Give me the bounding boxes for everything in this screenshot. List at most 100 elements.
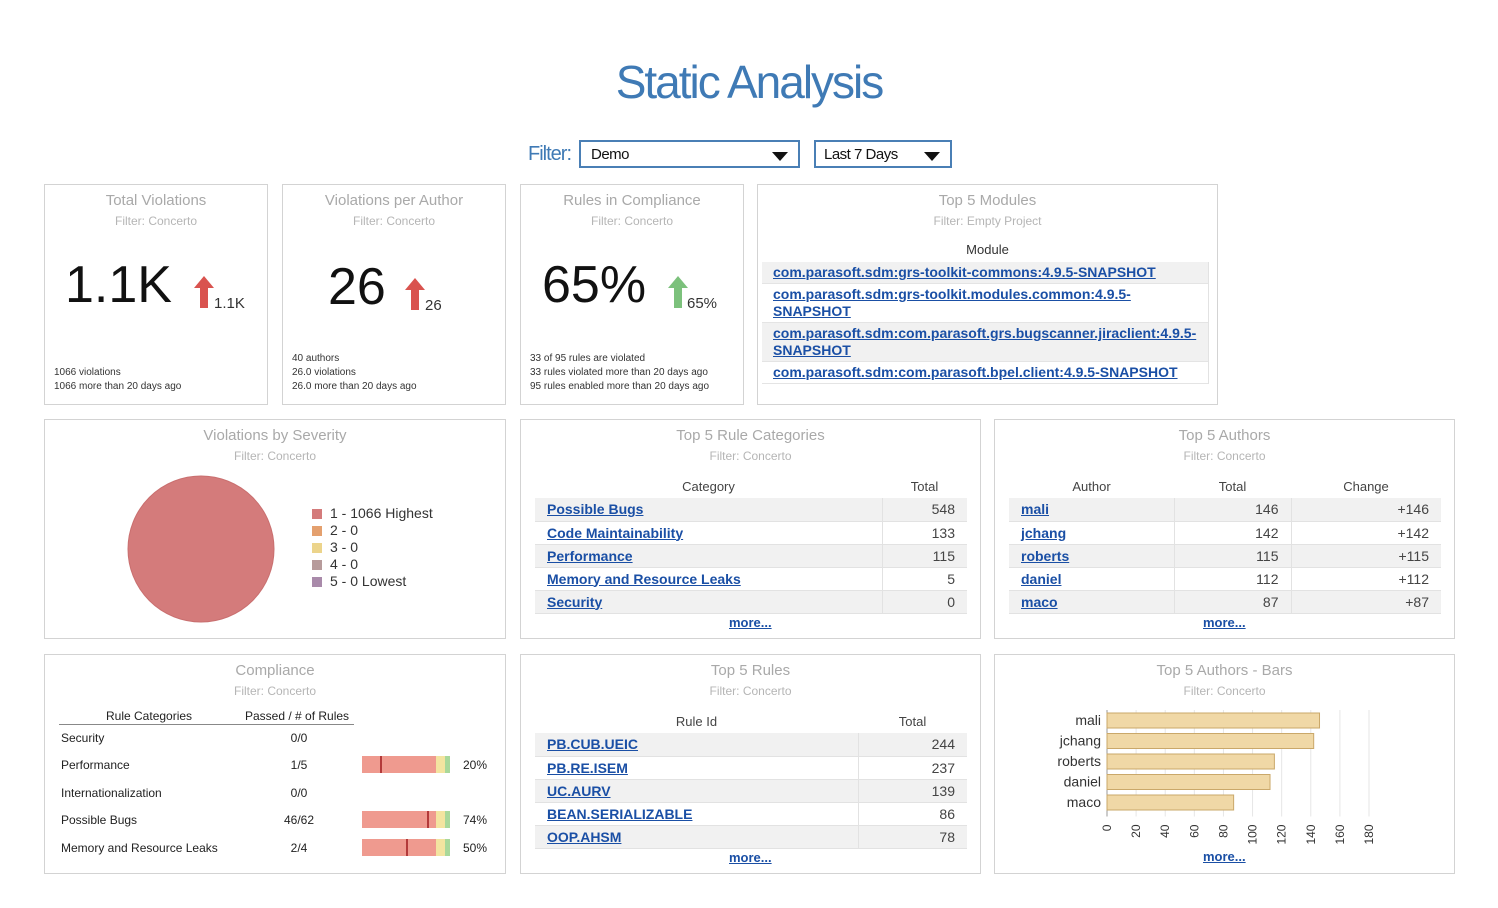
header-divider [59, 724, 354, 725]
compliance-bar [362, 811, 450, 828]
legend-item: 3 - 0 [312, 539, 433, 556]
rule-categories-table: Category Total Possible Bugs 548 Code Mai… [535, 474, 967, 614]
widget-filter: Filter: Concerto [590, 214, 674, 228]
table-row: daniel 112 +112 [1009, 567, 1441, 591]
rule-total: 86 [858, 802, 967, 826]
author-link[interactable]: mali [1021, 501, 1049, 517]
category-total: 5 [882, 567, 967, 591]
category-label: jchang [1059, 733, 1101, 749]
bar [1106, 712, 1321, 729]
legend-swatch [312, 525, 322, 536]
severity-legend: 1 - 1066 Highest 2 - 0 3 - 0 4 - 0 5 - 0… [312, 505, 433, 590]
widget-filter: Filter: Concerto [1183, 449, 1266, 463]
metric-details: 40 authors 26.0 violations 26.0 more tha… [292, 352, 417, 394]
widget-filter: Filter: Concerto [114, 214, 198, 228]
author-link[interactable]: roberts [1021, 548, 1069, 564]
author-link[interactable]: jchang [1021, 525, 1066, 541]
rule-link[interactable]: PB.CUB.UEIC [547, 736, 638, 752]
arrow-up-icon [668, 276, 688, 308]
category-total: 115 [882, 544, 967, 568]
column-header: Passed / # of Rules [245, 709, 350, 723]
metric-change: 26 [425, 297, 442, 314]
author-change: +115 [1291, 544, 1441, 568]
compliance-category: Possible Bugs [61, 813, 138, 827]
author-link[interactable]: maco [1021, 594, 1058, 610]
top-modules-widget: Top 5 Modules Filter: Empty Project Modu… [757, 184, 1218, 405]
project-filter-value: Demo [591, 146, 630, 163]
module-link[interactable]: com.parasoft.sdm:grs-toolkit.modules.com… [773, 286, 1131, 319]
rule-link[interactable]: UC.AURV [547, 783, 611, 799]
metric-change: 1.1K [214, 295, 245, 312]
rule-link[interactable]: OOP.AHSM [547, 829, 621, 845]
table-row: mali 146 +146 [1009, 498, 1441, 522]
tick-label: 160 [1333, 824, 1347, 844]
detail-line: 33 rules violated more than 20 days ago [530, 367, 708, 378]
top-rule-categories-widget: Top 5 Rule Categories Filter: Concerto C… [520, 419, 981, 639]
column-header: Rule Id [675, 713, 718, 729]
detail-line: 26.0 violations [292, 367, 356, 378]
widget-filter: Filter: Concerto [709, 684, 792, 698]
category-link[interactable]: Memory and Resource Leaks [547, 571, 741, 587]
rule-total: 139 [858, 779, 967, 803]
period-filter-select[interactable]: Last 7 Days [814, 140, 952, 168]
compliance-passed: 46/62 [283, 813, 315, 827]
bar [1106, 794, 1235, 811]
widget-title: Rules in Compliance [563, 192, 701, 209]
column-header: Change [1343, 478, 1389, 494]
tick-label: 140 [1304, 824, 1318, 844]
metric-value: 65% [542, 256, 647, 314]
category-link[interactable]: Security [547, 594, 602, 610]
module-link[interactable]: com.parasoft.sdm:com.parasoft.grs.bugsca… [773, 325, 1196, 358]
pie-slice-highest[interactable] [127, 475, 275, 623]
table-row: PB.CUB.UEIC 244 [535, 733, 967, 757]
compliance-passed: 0/0 [290, 731, 308, 745]
widget-title: Top 5 Authors [1178, 427, 1271, 444]
category-link[interactable]: Code Maintainability [547, 525, 683, 541]
widget-filter: Filter: Concerto [352, 214, 436, 228]
detail-line: 40 authors [292, 353, 340, 364]
legend-label: 4 - 0 [330, 556, 359, 572]
category-link[interactable]: Performance [547, 548, 633, 564]
legend-swatch [312, 508, 322, 519]
author-change: +112 [1291, 567, 1441, 591]
more-link[interactable]: more... [729, 850, 772, 865]
table-row: jchang 142 +142 [1009, 521, 1441, 545]
total-violations-widget: Total Violations Filter: Concerto 1.1K 1… [44, 184, 268, 405]
violations-per-author-widget: Violations per Author Filter: Concerto 2… [282, 184, 506, 405]
severity-pie-chart [127, 475, 275, 623]
more-link[interactable]: more... [729, 615, 772, 630]
rule-link[interactable]: PB.RE.ISEM [547, 760, 628, 776]
tick-label: 0 [1100, 824, 1114, 831]
column-header: Author [1072, 478, 1111, 494]
legend-item: 5 - 0 Lowest [312, 573, 433, 590]
top-authors-bars-widget: Top 5 Authors - Bars Filter: Concerto ma… [994, 654, 1455, 874]
rules-in-compliance-widget: Rules in Compliance Filter: Concerto 65%… [520, 184, 744, 405]
rule-total: 244 [858, 733, 967, 757]
compliance-category: Security [61, 731, 105, 745]
category-total: 548 [882, 498, 967, 522]
category-label: roberts [1057, 753, 1101, 769]
category-link[interactable]: Possible Bugs [547, 501, 643, 517]
bar-pass-segment [445, 811, 450, 828]
widget-filter: Filter: Concerto [233, 684, 317, 698]
bar-fail-segment [362, 756, 436, 773]
compliance-passed: 0/0 [290, 786, 308, 800]
project-filter-select[interactable]: Demo [579, 140, 800, 168]
more-link[interactable]: more... [1203, 615, 1246, 630]
tick-label: 80 [1216, 824, 1230, 838]
legend-item: 4 - 0 [312, 556, 433, 573]
column-header: Total [898, 713, 927, 729]
compliance-passed: 2/4 [290, 841, 308, 855]
module-link[interactable]: com.parasoft.sdm:grs-toolkit-commons:4.9… [773, 264, 1156, 280]
column-header: Total [1218, 478, 1247, 494]
bar-fail-segment [362, 811, 436, 828]
author-link[interactable]: daniel [1021, 571, 1061, 587]
filter-label: Filter: [528, 142, 572, 165]
metric-details: 1066 violations 1066 more than 20 days a… [54, 366, 181, 394]
rule-link[interactable]: BEAN.SERIALIZABLE [547, 806, 692, 822]
arrow-up-icon [405, 278, 425, 310]
module-link[interactable]: com.parasoft.sdm:com.parasoft.bpel.clien… [773, 364, 1178, 380]
more-link[interactable]: more... [1203, 849, 1246, 864]
author-total: 146 [1174, 498, 1292, 522]
legend-item: 1 - 1066 Highest [312, 505, 433, 522]
